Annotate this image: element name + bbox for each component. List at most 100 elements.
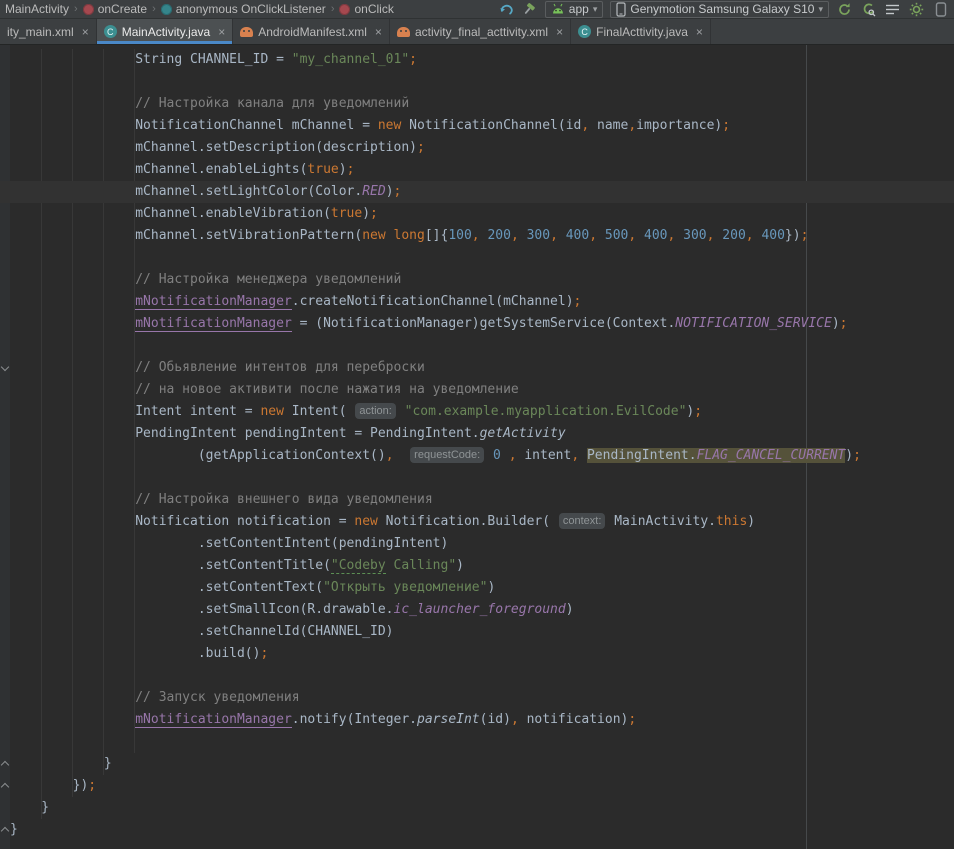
attach-debugger-icon[interactable] (860, 1, 877, 18)
code-text: (getApplicationContext(), requestCode: 0… (10, 445, 861, 467)
gutter (0, 137, 10, 159)
tab-activity-final-acttivity-xml[interactable]: activity_final_acttivity.xml× (390, 19, 571, 44)
tab-mainactivity-java[interactable]: CMainActivity.java× (97, 19, 234, 44)
code-token: 300 (527, 228, 550, 243)
run-config-selector[interactable]: app ▾ (545, 1, 604, 18)
code-line[interactable] (0, 247, 954, 269)
code-token: , (589, 228, 597, 243)
breadcrumb-item-anonymous-onclicklistener[interactable]: anonymous OnClickListener (160, 2, 327, 16)
code-line[interactable]: mChannel.setVibrationPattern(new long[]{… (0, 225, 954, 247)
code-line[interactable]: .setContentIntent(pendingIntent) (0, 533, 954, 555)
code-line[interactable]: .setSmallIcon(R.drawable.ic_launcher_for… (0, 599, 954, 621)
code-token: 200 (722, 228, 745, 243)
tab-label: ity_main.xml (7, 25, 74, 39)
code-text: String CHANNEL_ID = "my_channel_01"; (10, 49, 417, 71)
code-token: true (307, 162, 338, 177)
close-icon[interactable]: × (82, 25, 89, 39)
undo-icon[interactable] (497, 1, 514, 18)
code-line[interactable]: .setChannelId(CHANNEL_ID) (0, 621, 954, 643)
chevron-separator-icon: › (74, 3, 78, 15)
sdk-manager-icon[interactable] (908, 1, 925, 18)
code-line[interactable] (0, 665, 954, 687)
code-line[interactable]: // Настройка менеджера уведомлений (0, 269, 954, 291)
breadcrumb-item-onclick[interactable]: onClick (338, 2, 394, 16)
code-line[interactable]: NotificationChannel mChannel = new Notif… (0, 115, 954, 137)
breadcrumb-item-mainactivity[interactable]: MainActivity (4, 2, 70, 16)
code-area[interactable]: String CHANNEL_ID = "my_channel_01"; // … (0, 45, 954, 841)
code-token: , (511, 228, 519, 243)
fold-marker-icon[interactable] (1, 761, 9, 769)
code-line[interactable]: mChannel.enableLights(true); (0, 159, 954, 181)
code-text: .build(); (10, 643, 268, 665)
code-token: Notification.Builder( (378, 514, 558, 529)
code-line[interactable]: } (0, 797, 954, 819)
code-token: importance) (636, 118, 722, 133)
code-line[interactable]: String CHANNEL_ID = "my_channel_01"; (0, 49, 954, 71)
code-text: // Настройка канала для уведомлений (10, 93, 409, 115)
code-line[interactable]: (getApplicationContext(), requestCode: 0… (0, 445, 954, 467)
code-line[interactable]: mChannel.setLightColor(Color.RED); (0, 181, 954, 203)
code-line[interactable]: } (0, 753, 954, 775)
code-line[interactable]: // на новое активити после нажатия на ув… (0, 379, 954, 401)
code-line[interactable]: // Запуск уведомления (0, 687, 954, 709)
close-icon[interactable]: × (375, 25, 382, 39)
code-token: // на новое активити после нажатия на ув… (10, 382, 519, 397)
code-token: ; (801, 228, 809, 243)
code-line[interactable]: mNotificationManager.notify(Integer.pars… (0, 709, 954, 731)
code-token: parseInt (417, 712, 480, 727)
build-icon[interactable] (521, 1, 538, 18)
close-icon[interactable]: × (556, 25, 563, 39)
code-line[interactable]: mNotificationManager.createNotificationC… (0, 291, 954, 313)
code-line[interactable] (0, 467, 954, 489)
code-token: // Настройка канала для уведомлений (10, 96, 409, 111)
code-line[interactable] (0, 71, 954, 93)
code-token: }) (10, 778, 88, 793)
code-line[interactable]: .setContentText("Открыть уведомление") (0, 577, 954, 599)
code-token: ) (747, 514, 755, 529)
code-token: ; (417, 140, 425, 155)
code-line[interactable] (0, 731, 954, 753)
code-token (10, 294, 135, 309)
gutter (0, 291, 10, 313)
sync-icon[interactable] (836, 1, 853, 18)
code-text: mChannel.enableLights(true); (10, 159, 354, 181)
fold-marker-icon[interactable] (1, 363, 9, 371)
code-line[interactable]: } (0, 819, 954, 841)
code-token (675, 228, 683, 243)
breadcrumb-item-oncreate[interactable]: onCreate (82, 2, 148, 16)
tab-androidmanifest-xml[interactable]: AndroidManifest.xml× (233, 19, 390, 44)
tab-ity-main-xml[interactable]: ity_main.xml × (0, 19, 97, 44)
fold-marker-icon[interactable] (1, 783, 9, 791)
code-token: new (260, 404, 283, 419)
code-token: .setChannelId(CHANNEL_ID) (10, 624, 394, 639)
code-line[interactable]: mChannel.setDescription(description); (0, 137, 954, 159)
code-text: Intent intent = new Intent( action: "com… (10, 401, 702, 423)
close-icon[interactable]: × (696, 25, 703, 39)
device-selector[interactable]: Genymotion Samsung Galaxy S10 ▾ (610, 1, 829, 18)
code-line[interactable]: // Настройка канала для уведомлений (0, 93, 954, 115)
close-icon[interactable]: × (218, 25, 225, 39)
code-line[interactable]: .setContentTitle("Codeby Calling") (0, 555, 954, 577)
logcat-icon[interactable] (884, 1, 901, 18)
code-line[interactable]: Intent intent = new Intent( action: "com… (0, 401, 954, 423)
gutter (0, 269, 10, 291)
code-line[interactable]: .build(); (0, 643, 954, 665)
code-line[interactable]: // Обьявление интентов для переброски (0, 357, 954, 379)
gutter (0, 753, 10, 775)
code-line[interactable]: PendingIntent pendingIntent = PendingInt… (0, 423, 954, 445)
code-line[interactable]: // Настройка внешнего вида уведомления (0, 489, 954, 511)
code-line[interactable]: Notification notification = new Notifica… (0, 511, 954, 533)
gutter (0, 313, 10, 335)
tab-finalacttivity-java[interactable]: CFinalActtivity.java× (571, 19, 711, 44)
code-line[interactable]: mChannel.enableVibration(true); (0, 203, 954, 225)
code-text: NotificationChannel mChannel = new Notif… (10, 115, 730, 137)
fold-marker-icon[interactable] (1, 827, 9, 835)
gutter (0, 643, 10, 665)
gutter (0, 621, 10, 643)
code-line[interactable]: }); (0, 775, 954, 797)
device-manager-icon[interactable] (932, 1, 949, 18)
code-line[interactable]: mNotificationManager = (NotificationMana… (0, 313, 954, 335)
code-line[interactable] (0, 335, 954, 357)
editor[interactable]: String CHANNEL_ID = "my_channel_01"; // … (0, 45, 954, 849)
code-token: mNotificationManager (135, 316, 292, 332)
